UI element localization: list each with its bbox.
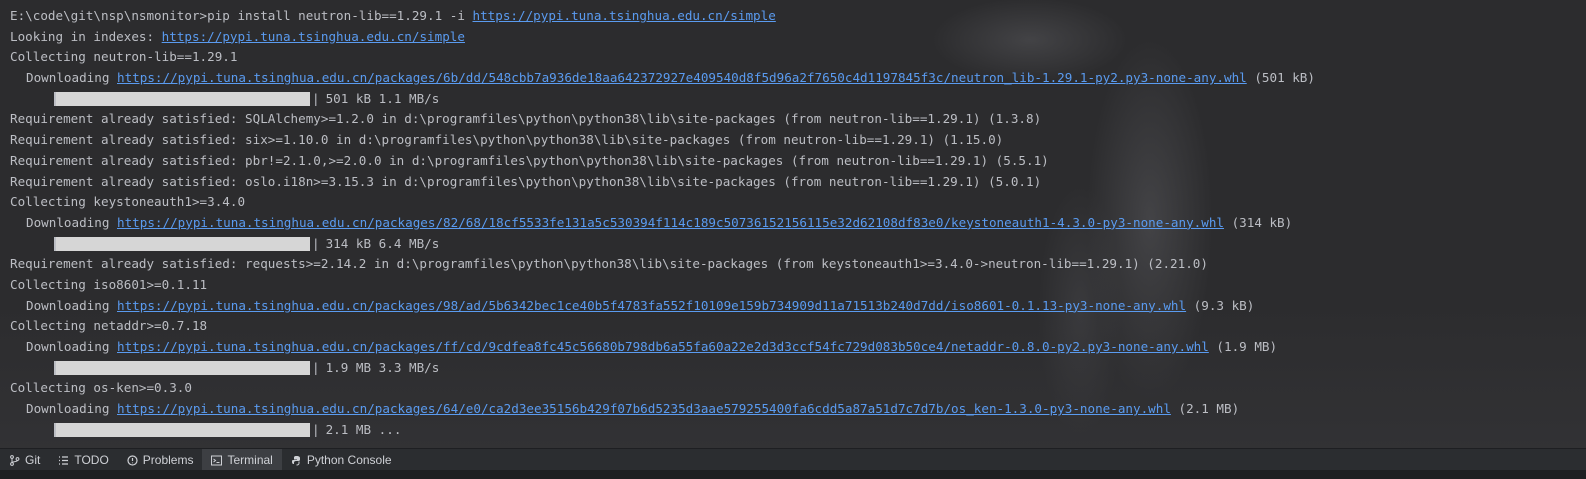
progress-bar (54, 92, 310, 107)
url-link[interactable]: https://pypi.tuna.tsinghua.edu.cn/packag… (117, 70, 1247, 85)
url-link[interactable]: https://pypi.tuna.tsinghua.edu.cn/packag… (117, 215, 1224, 230)
terminal-line: Requirement already satisfied: oslo.i18n… (10, 172, 1586, 193)
line-suffix: (314 kB) (1223, 214, 1293, 230)
status-bar (0, 470, 1586, 479)
line-text: Downloading (26, 297, 117, 313)
terminal-line: Requirement already satisfied: six>=1.10… (10, 130, 1586, 151)
line-text: Collecting neutron-lib==1.29.1 (10, 49, 238, 65)
terminal-line: Downloading https://pypi.tuna.tsinghua.e… (10, 68, 1586, 89)
terminal-panel[interactable]: E:\code\git\nsp\nsmonitor>pip install ne… (0, 0, 1586, 448)
progress-bar-end: | (312, 359, 320, 375)
terminal-line: Downloading https://pypi.tuna.tsinghua.e… (10, 213, 1586, 234)
terminal-line: Downloading https://pypi.tuna.tsinghua.e… (10, 296, 1586, 317)
progress-text: 314 kB 6.4 MB/s (325, 235, 440, 251)
line-text: Requirement already satisfied: six>=1.10… (10, 132, 1004, 148)
progress-bar (54, 361, 310, 376)
terminal-line: Requirement already satisfied: pbr!=2.1.… (10, 151, 1586, 172)
url-link[interactable]: https://pypi.tuna.tsinghua.edu.cn/simple (473, 8, 776, 23)
line-text: Requirement already satisfied: requests>… (10, 256, 1208, 272)
python-icon (291, 455, 302, 466)
terminal-line: | 1.9 MB 3.3 MB/s (10, 358, 1586, 379)
line-text: Looking in indexes: (10, 28, 162, 44)
tab-problems[interactable]: Problems (118, 449, 203, 471)
tab-label: TODO (74, 453, 109, 467)
terminal-line: Collecting os-ken>=0.3.0 (10, 378, 1586, 399)
terminal-line: Looking in indexes: https://pypi.tuna.ts… (10, 27, 1586, 48)
terminal-line: Downloading https://pypi.tuna.tsinghua.e… (10, 337, 1586, 358)
terminal-line: Collecting iso8601>=0.1.11 (10, 275, 1586, 296)
terminal-line: Collecting netaddr>=0.7.18 (10, 316, 1586, 337)
line-text: E:\code\git\nsp\nsmonitor>pip install ne… (10, 8, 473, 23)
tab-terminal[interactable]: Terminal (202, 449, 282, 471)
line-text: Requirement already satisfied: oslo.i18n… (10, 173, 1042, 189)
url-link[interactable]: https://pypi.tuna.tsinghua.edu.cn/packag… (117, 339, 1209, 354)
tab-python-console[interactable]: Python Console (282, 449, 401, 471)
line-suffix: (1.9 MB) (1208, 339, 1278, 354)
line-text: Downloading (26, 214, 117, 230)
progress-bar-end: | (312, 421, 320, 437)
line-suffix: (501 kB) (1246, 70, 1315, 86)
terminal-line: | 314 kB 6.4 MB/s (10, 234, 1586, 255)
terminal-icon (211, 455, 223, 466)
tab-label: Problems (142, 453, 194, 467)
line-text: Requirement already satisfied: pbr!=2.1.… (10, 152, 1049, 168)
url-link[interactable]: https://pypi.tuna.tsinghua.edu.cn/packag… (117, 298, 1186, 313)
line-text: Collecting netaddr>=0.7.18 (10, 318, 208, 334)
line-text: Collecting keystoneauth1>=3.4.0 (10, 194, 246, 210)
progress-bar (54, 236, 310, 251)
line-text: Downloading (26, 401, 117, 417)
problems-icon (127, 454, 138, 466)
line-text: Collecting iso8601>=0.1.11 (10, 276, 208, 292)
line-text: Downloading (26, 70, 117, 86)
terminal-line: Requirement already satisfied: requests>… (10, 254, 1586, 275)
line-text: Collecting os-ken>=0.3.0 (10, 380, 192, 396)
tab-label: Python Console (306, 453, 392, 467)
terminal-line: E:\code\git\nsp\nsmonitor>pip install ne… (10, 6, 1586, 27)
line-text: Requirement already satisfied: SQLAlchem… (10, 111, 1042, 127)
progress-bar-end: | (312, 235, 320, 251)
line-text: Downloading (26, 339, 117, 354)
tab-todo[interactable]: TODO (49, 449, 117, 471)
line-suffix: (9.3 kB) (1186, 297, 1255, 313)
url-link[interactable]: https://pypi.tuna.tsinghua.edu.cn/packag… (117, 401, 1171, 416)
line-suffix: (2.1 MB) (1170, 401, 1240, 417)
progress-bar-end: | (312, 90, 320, 106)
tab-git[interactable]: Git (0, 449, 49, 471)
terminal-line: Collecting keystoneauth1>=3.4.0 (10, 192, 1586, 213)
tool-window-bar: Git TODO Problems Terminal Python Console (0, 448, 1586, 471)
tab-label: Git (25, 453, 41, 467)
progress-text: 2.1 MB ... (325, 421, 402, 437)
tab-label: Terminal (227, 453, 273, 467)
terminal-line: Downloading https://pypi.tuna.tsinghua.e… (10, 399, 1586, 420)
terminal-line: | 501 kB 1.1 MB/s (10, 89, 1586, 110)
terminal-line: | 2.1 MB ... (10, 420, 1586, 441)
terminal-line: Collecting neutron-lib==1.29.1 (10, 47, 1586, 68)
list-icon (58, 455, 69, 466)
progress-text: 1.9 MB 3.3 MB/s (325, 359, 440, 375)
terminal-output[interactable]: E:\code\git\nsp\nsmonitor>pip install ne… (10, 6, 1586, 440)
progress-text: 501 kB 1.1 MB/s (325, 90, 440, 106)
progress-bar (54, 423, 310, 438)
url-link[interactable]: https://pypi.tuna.tsinghua.edu.cn/simple (162, 29, 465, 44)
terminal-line: Requirement already satisfied: SQLAlchem… (10, 109, 1586, 130)
git-branch-icon (9, 454, 20, 466)
